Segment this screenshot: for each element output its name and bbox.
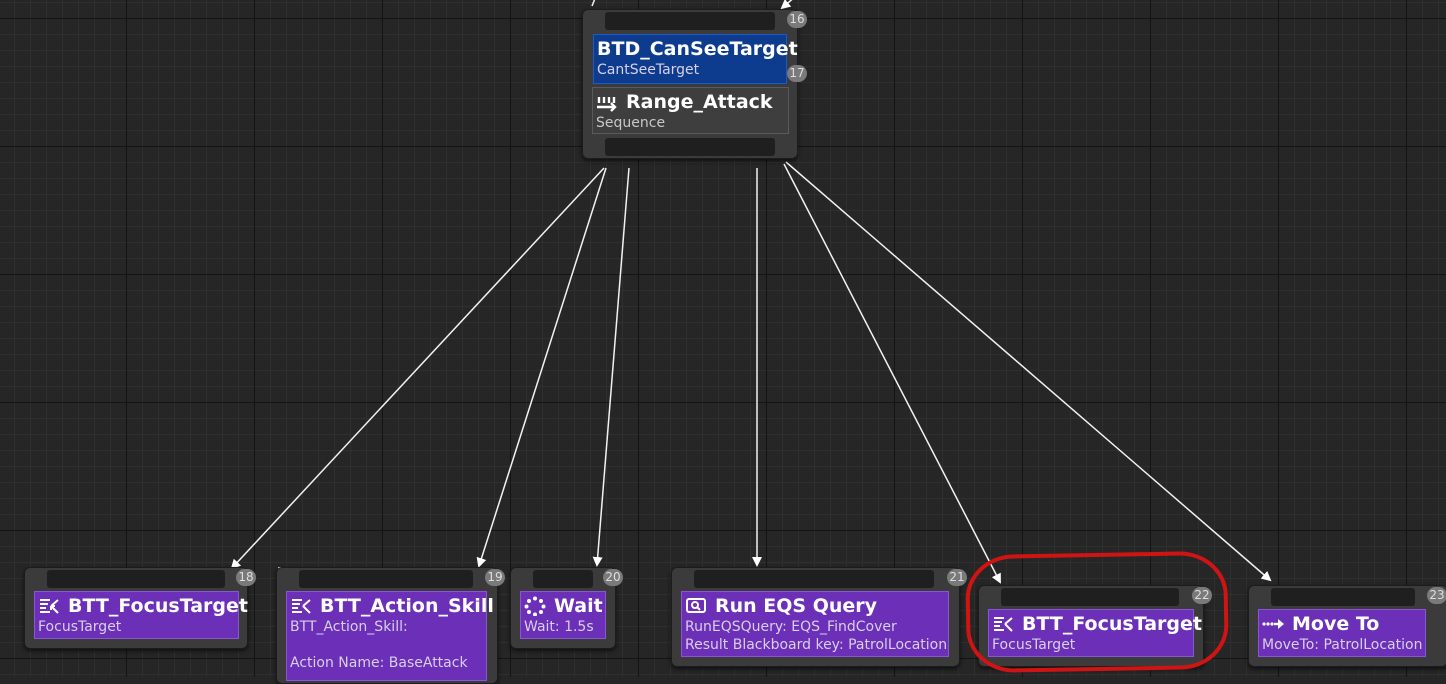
task-property: Result Blackboard key: PatrolLocation bbox=[685, 637, 948, 653]
output-pin[interactable] bbox=[605, 138, 775, 156]
composite-subtitle: Sequence bbox=[596, 115, 666, 131]
wire-incoming-right bbox=[780, 0, 793, 10]
root-sequence-node[interactable]: 16 BTD_CanSeeTarget CantSeeTarget 17 Ran… bbox=[582, 9, 807, 159]
wait-icon bbox=[524, 596, 548, 617]
task-panel[interactable]: Move To MoveTo: PatrolLocation bbox=[1258, 609, 1426, 657]
input-pin[interactable] bbox=[694, 570, 934, 588]
wire-to-task-22 bbox=[783, 163, 1001, 584]
wire-to-task-23 bbox=[785, 161, 1272, 582]
task-title: Move To bbox=[1292, 613, 1380, 635]
task-node-focus-target[interactable]: 18 BTT_FocusTarget FocusTarget bbox=[24, 567, 256, 649]
task-node-wait[interactable]: 20 Wait Wait: 1.5s bbox=[510, 567, 623, 649]
eqs-query-icon bbox=[685, 596, 709, 616]
composite-panel[interactable]: Range_Attack Sequence bbox=[592, 87, 789, 134]
task-title: BTT_FocusTarget bbox=[68, 595, 248, 617]
task-subtitle: BTT_Action_Skill: bbox=[290, 619, 408, 635]
move-to-icon bbox=[1262, 614, 1286, 634]
decorator-panel[interactable]: BTD_CanSeeTarget CantSeeTarget bbox=[593, 34, 798, 84]
wire-incoming-left bbox=[591, 0, 596, 7]
task-subtitle: Wait: 1.5s bbox=[524, 619, 594, 635]
sequence-icon bbox=[596, 92, 620, 112]
input-pin[interactable] bbox=[47, 570, 225, 588]
task-title: Run EQS Query bbox=[715, 595, 878, 617]
task-title: BTT_Action_Skill bbox=[320, 595, 494, 617]
task-subtitle: RunEQSQuery: EQS_FindCover bbox=[685, 619, 897, 635]
task-subtitle: FocusTarget bbox=[38, 619, 122, 635]
decorator-index-badge: 17 bbox=[787, 65, 807, 82]
task-node-run-eqs-query[interactable]: 21 Run EQS Query RunEQSQuery: EQS_FindCo… bbox=[671, 567, 967, 667]
task-panel[interactable]: Run EQS Query RunEQSQuery: EQS_FindCover… bbox=[681, 591, 949, 657]
decorator-subtitle: CantSeeTarget bbox=[597, 62, 700, 78]
task-node-move-to[interactable]: 23 Move To MoveTo: PatrolLocation bbox=[1248, 585, 1446, 667]
execution-index-badge: 19 bbox=[485, 569, 505, 586]
task-node-action-skill[interactable]: 19 BTT_Action_Skill BTT_Action_Skill: Ac… bbox=[276, 567, 505, 684]
decorator-title: BTD_CanSeeTarget bbox=[597, 38, 798, 60]
task-panel[interactable]: Wait Wait: 1.5s bbox=[520, 591, 606, 639]
input-pin[interactable] bbox=[605, 12, 775, 30]
execution-index-badge: 16 bbox=[787, 11, 807, 28]
input-pin[interactable] bbox=[1271, 588, 1415, 606]
blueprint-task-icon bbox=[290, 596, 314, 616]
task-panel[interactable]: BTT_Action_Skill BTT_Action_Skill: Actio… bbox=[286, 591, 494, 681]
execution-index-badge: 21 bbox=[947, 569, 967, 586]
wire-to-task-19 bbox=[476, 167, 607, 568]
task-property: Action Name: BaseAttack bbox=[290, 655, 468, 671]
highlight-annotation bbox=[964, 550, 1230, 674]
execution-index-badge: 18 bbox=[236, 569, 256, 586]
input-pin[interactable] bbox=[533, 570, 593, 588]
wire-to-task-18 bbox=[230, 167, 605, 570]
execution-index-badge: 23 bbox=[1427, 587, 1446, 604]
task-title: Wait bbox=[554, 595, 603, 617]
task-subtitle: MoveTo: PatrolLocation bbox=[1262, 637, 1423, 653]
input-pin[interactable] bbox=[299, 570, 473, 588]
wire-to-task-20 bbox=[592, 167, 630, 567]
task-panel[interactable]: BTT_FocusTarget FocusTarget bbox=[34, 591, 248, 639]
execution-index-badge: 20 bbox=[603, 569, 623, 586]
composite-title: Range_Attack bbox=[626, 91, 773, 113]
blueprint-task-icon bbox=[38, 596, 62, 616]
